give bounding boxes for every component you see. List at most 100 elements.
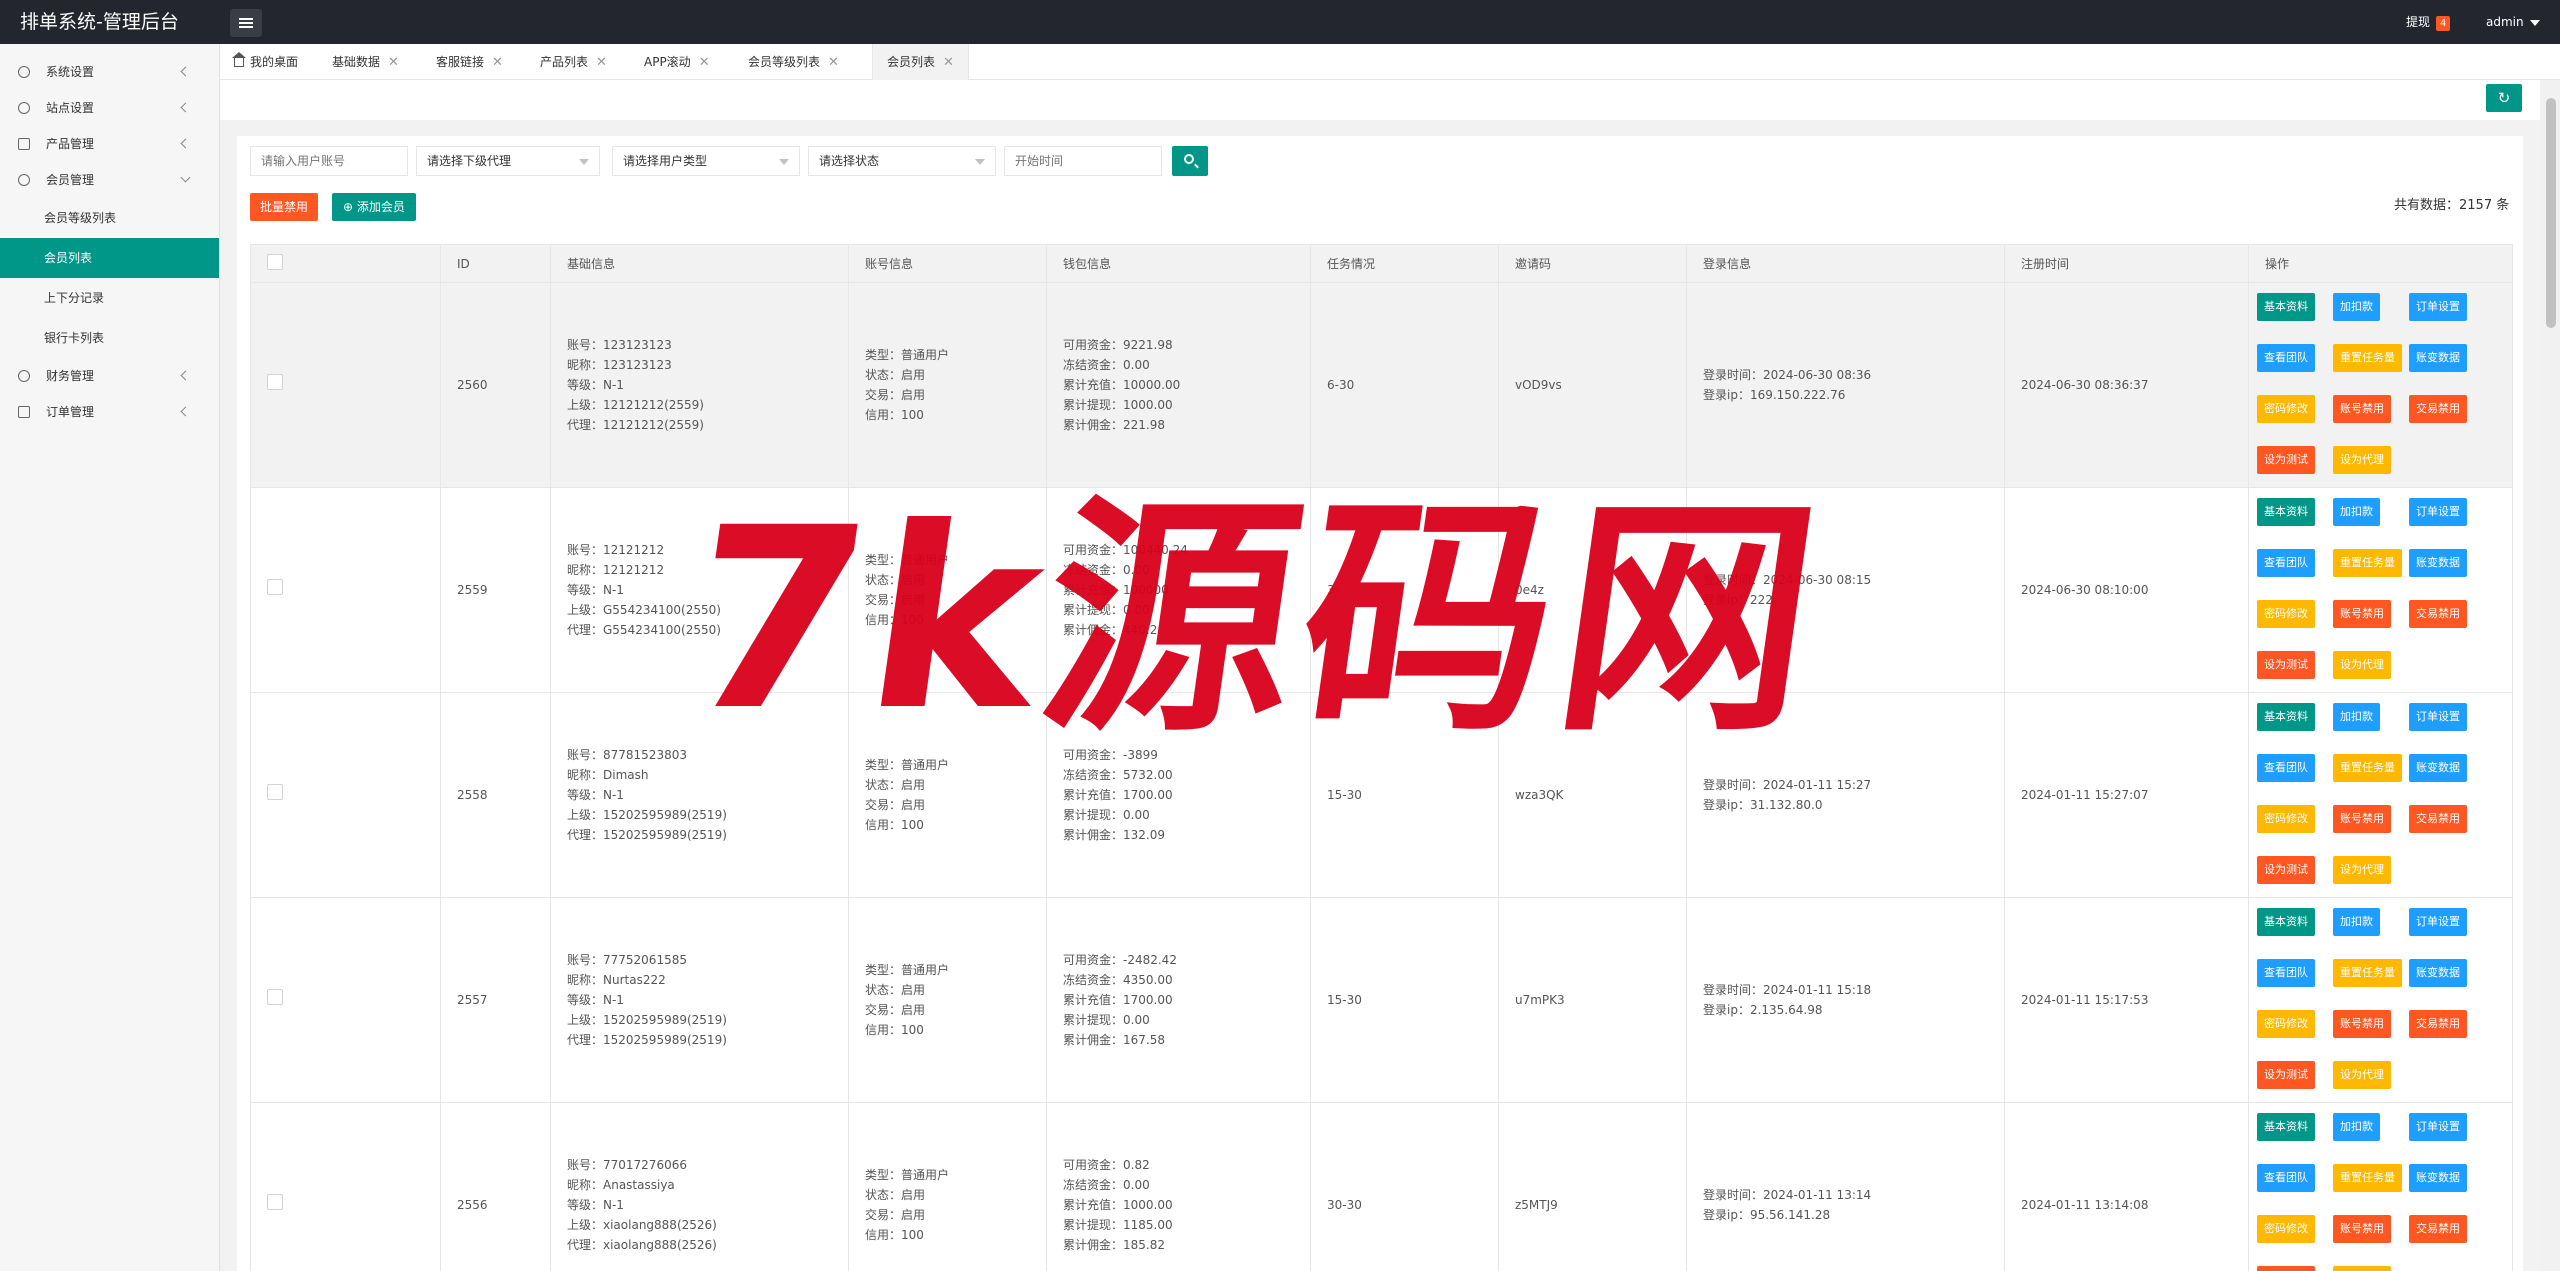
adjust-balance-button[interactable]: 加扣款 xyxy=(2333,1113,2380,1141)
reset-task-button[interactable]: 重置任务量 xyxy=(2333,959,2402,987)
balance-log-button[interactable]: 账变数据 xyxy=(2409,344,2467,372)
close-icon[interactable]: ✕ xyxy=(388,55,399,70)
basic-info-button[interactable]: 基本资料 xyxy=(2257,703,2315,731)
reset-task-button[interactable]: 重置任务量 xyxy=(2333,344,2402,372)
sidebar-item-order[interactable]: 订单管理 xyxy=(0,394,219,430)
view-team-button[interactable]: 查看团队 xyxy=(2257,959,2315,987)
balance-log-button[interactable]: 账变数据 xyxy=(2409,754,2467,782)
account-search-input[interactable] xyxy=(250,146,408,176)
select-all-checkbox[interactable] xyxy=(267,254,283,270)
set-test-button[interactable]: 设为测试 xyxy=(2257,651,2315,679)
tab-member-list[interactable]: 会员列表 ✕ xyxy=(872,44,969,80)
sidebar-item-system[interactable]: 系统设置 xyxy=(0,54,219,90)
change-password-button[interactable]: 密码修改 xyxy=(2257,1010,2315,1038)
reset-task-button[interactable]: 重置任务量 xyxy=(2333,549,2402,577)
change-password-button[interactable]: 密码修改 xyxy=(2257,395,2315,423)
set-agent-button[interactable]: 设为代理 xyxy=(2333,651,2391,679)
wallet-info-line: 累计充值：10000.00 xyxy=(1063,378,1181,392)
tab-product-list[interactable]: 产品列表 ✕ xyxy=(540,44,607,80)
change-password-button[interactable]: 密码修改 xyxy=(2257,600,2315,628)
menu-toggle-icon[interactable] xyxy=(230,9,262,37)
tab-desktop[interactable]: 我的桌面 xyxy=(232,44,298,80)
sidebar-item-site[interactable]: 站点设置 xyxy=(0,90,219,126)
set-test-button[interactable]: 设为测试 xyxy=(2257,1266,2315,1271)
set-agent-button[interactable]: 设为代理 xyxy=(2333,446,2391,474)
reset-task-button[interactable]: 重置任务量 xyxy=(2333,754,2402,782)
view-team-button[interactable]: 查看团队 xyxy=(2257,549,2315,577)
close-icon[interactable]: ✕ xyxy=(828,55,839,70)
scrollbar[interactable] xyxy=(2542,80,2560,1271)
close-icon[interactable]: ✕ xyxy=(699,55,710,70)
row-checkbox[interactable] xyxy=(267,784,283,800)
order-settings-button[interactable]: 订单设置 xyxy=(2409,703,2467,731)
tab-basic-data[interactable]: 基础数据 ✕ xyxy=(332,44,399,80)
disable-account-button[interactable]: 账号禁用 xyxy=(2333,1010,2391,1038)
view-team-button[interactable]: 查看团队 xyxy=(2257,344,2315,372)
sidebar-sub-member-level[interactable]: 会员等级列表 xyxy=(0,198,219,238)
tab-member-level[interactable]: 会员等级列表 ✕ xyxy=(748,44,839,80)
start-time-input[interactable] xyxy=(1004,146,1162,176)
agent-select[interactable]: 请选择下级代理 xyxy=(416,146,600,176)
sidebar-item-member[interactable]: 会员管理 xyxy=(0,162,219,198)
sidebar-sub-member-list[interactable]: 会员列表 xyxy=(0,238,219,278)
set-agent-button[interactable]: 设为代理 xyxy=(2333,856,2391,884)
user-menu[interactable]: admin xyxy=(2486,0,2540,44)
disable-account-button[interactable]: 账号禁用 xyxy=(2333,805,2391,833)
order-settings-button[interactable]: 订单设置 xyxy=(2409,293,2467,321)
change-password-button[interactable]: 密码修改 xyxy=(2257,1215,2315,1243)
user-type-select[interactable]: 请选择用户类型 xyxy=(612,146,800,176)
basic-info-button[interactable]: 基本资料 xyxy=(2257,498,2315,526)
reset-task-button[interactable]: 重置任务量 xyxy=(2333,1164,2402,1192)
set-test-button[interactable]: 设为测试 xyxy=(2257,446,2315,474)
order-settings-button[interactable]: 订单设置 xyxy=(2409,1113,2467,1141)
tab-service-link[interactable]: 客服链接 ✕ xyxy=(436,44,503,80)
sidebar-sub-score-record[interactable]: 上下分记录 xyxy=(0,278,219,318)
disable-account-button[interactable]: 账号禁用 xyxy=(2333,1215,2391,1243)
balance-log-button[interactable]: 账变数据 xyxy=(2409,959,2467,987)
sidebar-sub-bank-cards[interactable]: 银行卡列表 xyxy=(0,318,219,358)
set-agent-button[interactable]: 设为代理 xyxy=(2333,1266,2391,1271)
close-icon[interactable]: ✕ xyxy=(596,55,607,70)
disable-trade-button[interactable]: 交易禁用 xyxy=(2409,395,2467,423)
row-checkbox[interactable] xyxy=(267,1194,283,1210)
basic-info-button[interactable]: 基本资料 xyxy=(2257,293,2315,321)
refresh-button[interactable]: ↻ xyxy=(2486,84,2522,112)
disable-account-button[interactable]: 账号禁用 xyxy=(2333,600,2391,628)
disable-account-button[interactable]: 账号禁用 xyxy=(2333,395,2391,423)
withdraw-link[interactable]: 提现 4 xyxy=(2406,0,2451,44)
sidebar-item-finance[interactable]: 财务管理 xyxy=(0,358,219,394)
adjust-balance-button[interactable]: 加扣款 xyxy=(2333,908,2380,936)
basic-info-button[interactable]: 基本资料 xyxy=(2257,908,2315,936)
disable-trade-button[interactable]: 交易禁用 xyxy=(2409,600,2467,628)
close-icon[interactable]: ✕ xyxy=(943,55,954,70)
view-team-button[interactable]: 查看团队 xyxy=(2257,1164,2315,1192)
basic-info-line: 昵称：123123123 xyxy=(567,358,672,372)
adjust-balance-button[interactable]: 加扣款 xyxy=(2333,293,2380,321)
balance-log-button[interactable]: 账变数据 xyxy=(2409,1164,2467,1192)
order-settings-button[interactable]: 订单设置 xyxy=(2409,908,2467,936)
disable-trade-button[interactable]: 交易禁用 xyxy=(2409,1010,2467,1038)
search-button[interactable] xyxy=(1172,146,1208,176)
basic-info-button[interactable]: 基本资料 xyxy=(2257,1113,2315,1141)
disable-trade-button[interactable]: 交易禁用 xyxy=(2409,805,2467,833)
row-checkbox[interactable] xyxy=(267,579,283,595)
set-test-button[interactable]: 设为测试 xyxy=(2257,856,2315,884)
disable-trade-button[interactable]: 交易禁用 xyxy=(2409,1215,2467,1243)
set-test-button[interactable]: 设为测试 xyxy=(2257,1061,2315,1089)
status-select[interactable]: 请选择状态 xyxy=(808,146,996,176)
tab-app-scroll[interactable]: APP滚动 ✕ xyxy=(644,44,710,80)
batch-disable-button[interactable]: 批量禁用 xyxy=(250,193,318,221)
row-checkbox[interactable] xyxy=(267,989,283,1005)
scrollbar-thumb[interactable] xyxy=(2546,98,2556,328)
view-team-button[interactable]: 查看团队 xyxy=(2257,754,2315,782)
row-checkbox[interactable] xyxy=(267,374,283,390)
adjust-balance-button[interactable]: 加扣款 xyxy=(2333,498,2380,526)
add-member-button[interactable]: ⊕ 添加会员 xyxy=(332,193,416,221)
close-icon[interactable]: ✕ xyxy=(492,55,503,70)
balance-log-button[interactable]: 账变数据 xyxy=(2409,549,2467,577)
adjust-balance-button[interactable]: 加扣款 xyxy=(2333,703,2380,731)
order-settings-button[interactable]: 订单设置 xyxy=(2409,498,2467,526)
set-agent-button[interactable]: 设为代理 xyxy=(2333,1061,2391,1089)
change-password-button[interactable]: 密码修改 xyxy=(2257,805,2315,833)
sidebar-item-product[interactable]: 产品管理 xyxy=(0,126,219,162)
